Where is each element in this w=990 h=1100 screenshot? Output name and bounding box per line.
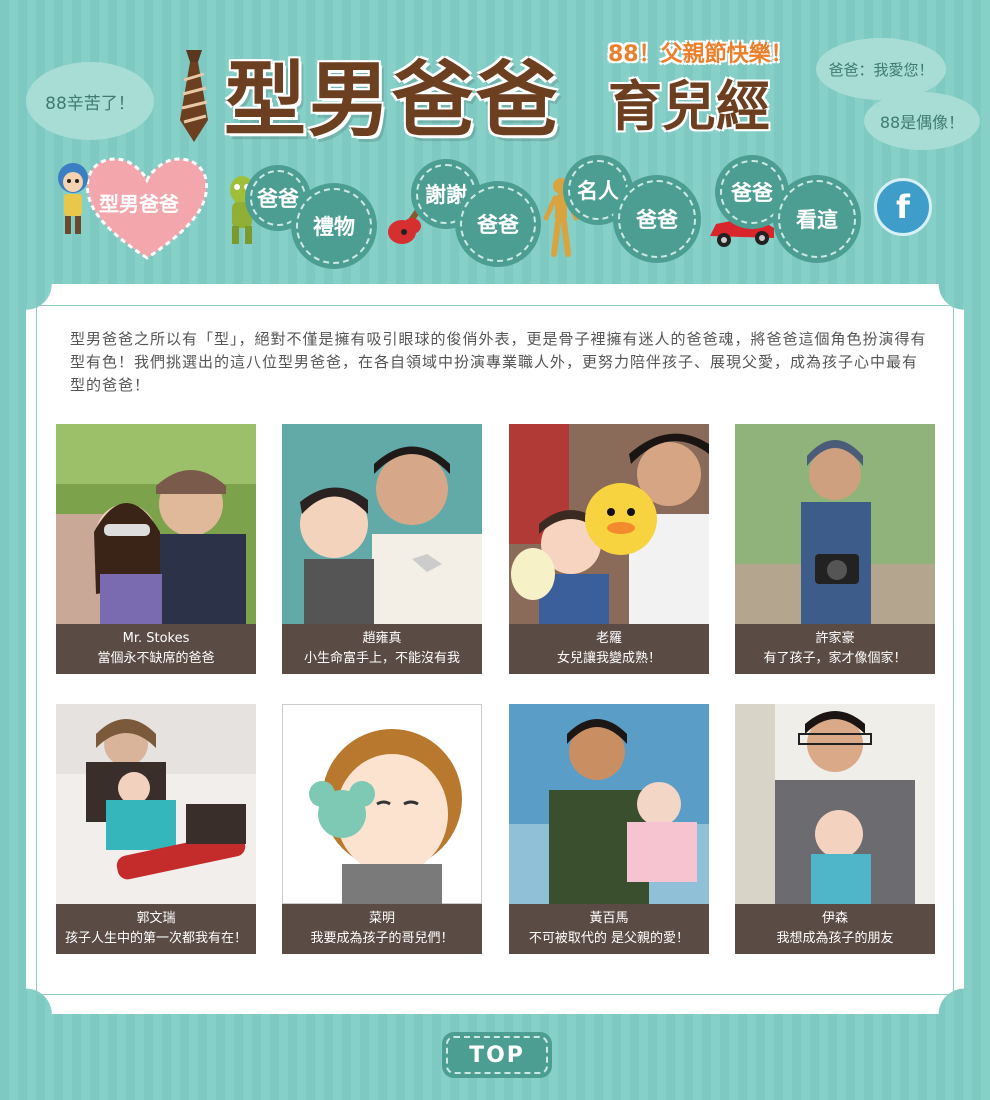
dad-quote: 我想成為孩子的朋友 xyxy=(776,931,894,946)
dad-name: 老羅 xyxy=(595,631,622,646)
nav-label-bottom: 禮物 xyxy=(313,215,355,239)
dad-caption: 郭文瑞 孩子人生中的第一次都我有在！ xyxy=(56,904,256,954)
nav-circle-bottom: 爸爸 xyxy=(618,180,696,258)
dad-photo xyxy=(282,704,482,904)
dad-card-luo[interactable]: 老羅 女兒讓我變成熟！ xyxy=(509,424,709,674)
dad-caption: 趙雍真 小生命富手上，不能沒有我 xyxy=(282,624,482,674)
dad-caption: 許家豪 有了孩子，家才像個家！ xyxy=(735,624,935,674)
nav-label-bottom: 爸爸 xyxy=(636,208,678,232)
dad-caption: Mr. Stokes 當個永不缺席的爸爸 xyxy=(56,624,256,674)
dad-quote: 女兒讓我變成熟！ xyxy=(556,651,661,666)
dad-card-zhao[interactable]: 趙雍真 小生命富手上，不能沒有我 xyxy=(282,424,482,674)
dad-card-huang[interactable]: 黃百馬 不可被取代的 是父親的愛！ xyxy=(509,704,709,954)
dad-card-caiming[interactable]: 菜明 我要成為孩子的哥兒們！ xyxy=(282,704,482,954)
dad-photo xyxy=(735,704,935,904)
nav-item-cool-dad[interactable]: 型男爸爸 xyxy=(48,150,218,260)
title-main: 型男爸爸 xyxy=(224,53,561,148)
dad-photo xyxy=(509,424,709,624)
dad-quote: 有了孩子，家才像個家！ xyxy=(763,651,907,666)
nav-label-bottom: 爸爸 xyxy=(477,213,519,237)
dad-card-stokes[interactable]: Mr. Stokes 當個永不缺席的爸爸 xyxy=(56,424,256,674)
nav-label-top: 爸爸 xyxy=(257,187,299,211)
nav-label-bottom: 看這 xyxy=(796,208,838,232)
speech-bubble-left: 88辛苦了！ xyxy=(26,62,154,140)
page-title: 型男爸爸 88！父親節快樂！ 育兒經 xyxy=(170,30,810,148)
speech-bubble-right-bottom: 88是偶像！ xyxy=(864,92,980,150)
necktie-icon xyxy=(180,50,208,142)
dad-caption: 老羅 女兒讓我變成熟！ xyxy=(509,624,709,674)
dad-photo xyxy=(509,704,709,904)
dad-quote: 當個永不缺席的爸爸 xyxy=(97,651,215,666)
nav-label-cool-dad: 型男爸爸 xyxy=(99,192,179,216)
nav-label-top: 爸爸 xyxy=(731,181,773,205)
dad-name: 郭文瑞 xyxy=(136,911,176,926)
dad-name: 黃百馬 xyxy=(589,911,629,926)
dad-card-ethan[interactable]: 伊森 我想成為孩子的朋友 xyxy=(735,704,935,954)
nav-item-dad-gift[interactable]: 爸爸 禮物 xyxy=(220,150,372,264)
dad-photo xyxy=(56,424,256,624)
dad-quote: 不可被取代的 是父親的愛！ xyxy=(528,931,690,946)
nav-label-top: 謝謝 xyxy=(425,183,467,207)
title-tagline: 88！父親節快樂！ xyxy=(608,42,793,67)
nav-item-celebrity-dad[interactable]: 名人 爸爸 xyxy=(542,150,702,260)
nav-item-dad-look[interactable]: 爸爸 看這 xyxy=(706,150,866,260)
back-to-top-button[interactable]: TOP xyxy=(446,1036,548,1074)
nav-circle-top: 爸爸 xyxy=(720,160,784,224)
title-sub: 育兒經 xyxy=(608,75,770,138)
dad-quote: 我要成為孩子的哥兒們！ xyxy=(310,931,454,946)
dad-caption: 黃百馬 不可被取代的 是父親的愛！ xyxy=(509,904,709,954)
main-nav: 型男爸爸 爸爸 禮物 謝謝 爸爸 名人 爸爸 爸爸 看這 f xyxy=(0,150,990,264)
dad-photo xyxy=(56,704,256,904)
dad-caption: 菜明 我要成為孩子的哥兒們！ xyxy=(282,904,482,954)
dad-name: 伊森 xyxy=(821,911,848,926)
dad-quote: 孩子人生中的第一次都我有在！ xyxy=(64,931,247,946)
facebook-icon[interactable]: f xyxy=(874,178,932,236)
dad-card-hsu[interactable]: 許家豪 有了孩子，家才像個家！ xyxy=(735,424,935,674)
dad-name: 許家豪 xyxy=(815,631,855,646)
nav-circle-bottom: 禮物 xyxy=(296,188,372,264)
intro-text: 型男爸爸之所以有「型」，絕對不僅是擁有吸引眼球的俊俏外表，更是骨子裡擁有迷人的爸… xyxy=(70,330,927,394)
nav-item-thanks-dad[interactable]: 謝謝 爸爸 xyxy=(384,150,536,262)
nav-label-top: 名人 xyxy=(577,179,619,203)
dad-name: Mr. Stokes xyxy=(122,631,190,646)
dad-quote: 小生命富手上，不能沒有我 xyxy=(303,651,460,666)
dad-name: 趙雍真 xyxy=(362,631,402,646)
speech-bubble-right-top: 爸爸：我愛您！ xyxy=(816,38,946,100)
dad-card-kuo[interactable]: 郭文瑞 孩子人生中的第一次都我有在！ xyxy=(56,704,256,954)
dad-name: 菜明 xyxy=(368,911,395,926)
dad-photo xyxy=(735,424,935,624)
dad-caption: 伊森 我想成為孩子的朋友 xyxy=(735,904,935,954)
nav-circle-bottom: 爸爸 xyxy=(460,186,536,262)
dad-photo xyxy=(282,424,482,624)
nav-circle-bottom: 看這 xyxy=(778,180,856,258)
